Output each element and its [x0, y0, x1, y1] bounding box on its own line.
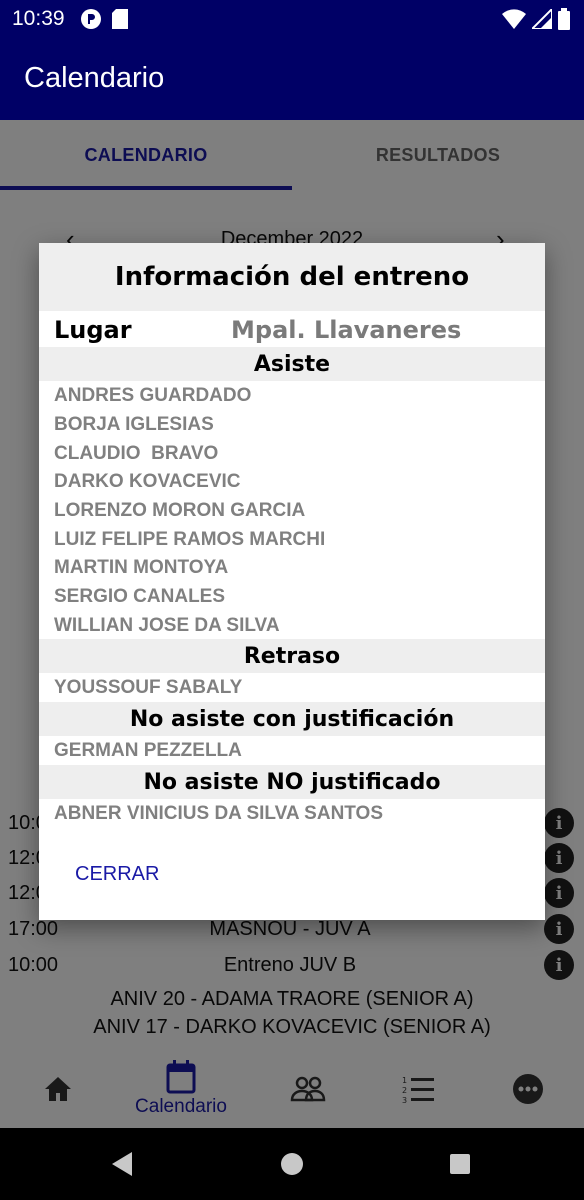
recent-apps-icon[interactable] — [450, 1154, 470, 1174]
player-item: CLAUDIO BRAVO — [54, 443, 219, 464]
sd-card-icon — [112, 9, 128, 29]
home-button-icon[interactable] — [281, 1153, 303, 1175]
player-item: DARKO KOVACEVIC — [54, 471, 241, 492]
section-header-no-asiste-no-justificado: No asiste NO justificado — [39, 765, 545, 799]
signal-icon — [532, 9, 552, 29]
back-icon[interactable] — [112, 1152, 134, 1176]
player-item: YOUSSOUF SABALY — [54, 677, 243, 698]
player-item: LUIZ FELIPE RAMOS MARCHI — [54, 529, 326, 550]
player-item: GERMAN PEZZELLA — [54, 740, 242, 761]
system-navigation-bar — [0, 1128, 584, 1200]
close-button[interactable]: CERRAR — [75, 863, 159, 886]
player-item: ANDRES GUARDADO — [54, 385, 252, 406]
location-value: Mpal. Llavaneres — [231, 316, 462, 344]
app-bar: Calendario — [0, 38, 584, 120]
app-title: Calendario — [24, 62, 165, 94]
player-item: LORENZO MORON GARCIA — [54, 500, 306, 521]
player-item: WILLIAN JOSE DA SILVA — [54, 615, 280, 636]
wifi-icon — [502, 9, 526, 29]
training-info-dialog: Información del entreno Lugar Mpal. Llav… — [39, 243, 545, 920]
player-item: ABNER VINICIUS DA SILVA SANTOS — [54, 803, 384, 824]
status-bar: 10:39 — [0, 0, 584, 38]
section-header-asiste: Asiste — [39, 347, 545, 381]
section-header-no-asiste-justificado: No asiste con justificación — [39, 702, 545, 736]
dialog-title: Información del entreno — [39, 243, 545, 311]
section-header-retraso: Retraso — [39, 639, 545, 673]
location-row: Lugar Mpal. Llavaneres — [39, 311, 545, 349]
player-item: MARTIN MONTOYA — [54, 557, 229, 578]
player-item: BORJA IGLESIAS — [54, 414, 214, 435]
location-label: Lugar — [54, 316, 132, 344]
player-item: SERGIO CANALES — [54, 586, 226, 607]
battery-icon — [558, 8, 570, 30]
notification-app-icon — [81, 9, 101, 29]
status-time: 10:39 — [12, 7, 65, 30]
